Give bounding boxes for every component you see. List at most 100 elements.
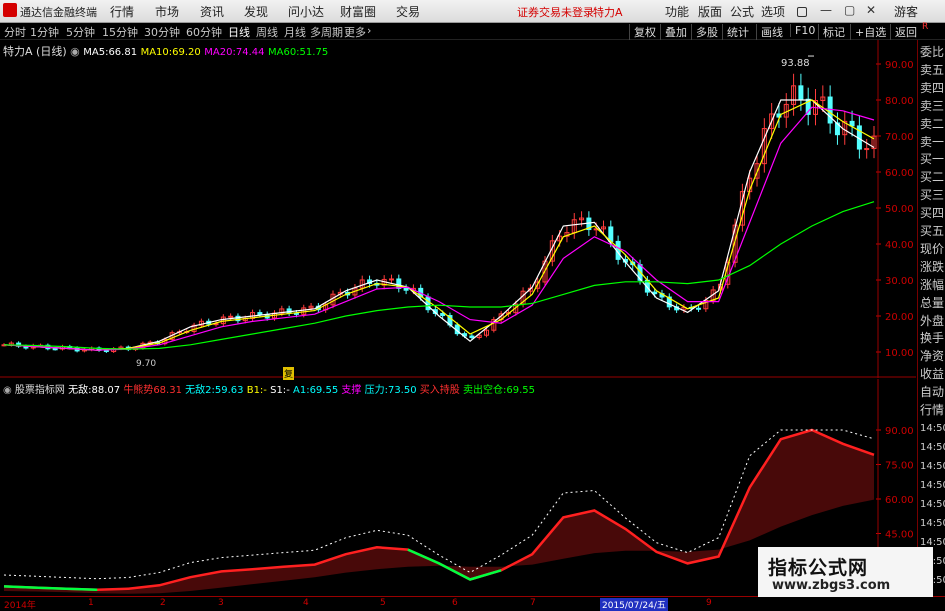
sub-y-tick-label: 60.00	[885, 495, 914, 506]
menu-xuanxiang[interactable]: 选项	[761, 3, 785, 20]
quote-label: 卖三	[920, 98, 945, 113]
tool-duogu[interactable]: 多股	[691, 24, 718, 40]
sub-y-tick-label: 90.00	[885, 426, 914, 437]
period-tab[interactable]: 分时	[4, 24, 26, 40]
month-tick: 4	[303, 598, 309, 608]
sub-side-label[interactable]: 行情	[920, 401, 944, 419]
y-axis-tick-label: 60.00	[885, 168, 914, 179]
app-name: 通达信金融终端	[20, 6, 97, 19]
period-tab[interactable]: 1分钟	[30, 24, 59, 40]
quote-label: 收益	[920, 367, 945, 382]
watermark-url: www.zbgs3.com	[772, 578, 891, 593]
menu-banmian[interactable]: 版面	[698, 3, 722, 20]
quote-label: 现价	[920, 241, 945, 256]
y-axis-tick-label: 20.00	[885, 312, 914, 323]
tick-time: 14:50	[920, 461, 945, 472]
trend-band	[4, 430, 874, 594]
guest-link[interactable]: 游客	[894, 3, 918, 20]
tick-time: 14:50	[920, 480, 945, 491]
stock-title: 特力A	[593, 6, 623, 19]
side-header: R	[922, 22, 929, 32]
quote-label: 买三	[920, 188, 945, 203]
tool-f10[interactable]: F10	[790, 24, 815, 37]
candle-body	[403, 287, 409, 291]
menu-gongshi[interactable]: 公式	[730, 3, 754, 20]
quote-label: 卖二	[920, 116, 945, 131]
sub-y-tick-label: 45.00	[885, 530, 914, 541]
tick-time: 14:50	[920, 423, 945, 434]
tool-huaxian[interactable]: 画线	[756, 24, 783, 40]
candle-body	[52, 348, 58, 351]
menu-gongneng[interactable]: 功能	[665, 3, 689, 20]
y-axis-tick-label: 50.00	[885, 204, 914, 215]
y-axis-tick-label: 30.00	[885, 276, 914, 287]
tool-back[interactable]: 返回	[890, 24, 917, 40]
quote-label: 买五	[920, 224, 945, 238]
price-chart-svg: 90.00 80.00 70.00 60.00 50.00 40.00 30.00 20.00…	[0, 40, 916, 378]
month-tick: 7	[530, 598, 536, 608]
year-label: 2014年	[4, 601, 36, 611]
watermark-box: 指标公式网 www.zbgs3.com	[758, 547, 933, 597]
more-periods-button[interactable]: 更多	[344, 24, 366, 40]
tool-tongji[interactable]: 统计	[722, 24, 749, 40]
menu-zixun[interactable]: 资讯	[200, 3, 224, 20]
quote-label: 涨幅	[920, 277, 945, 292]
tool-diejia[interactable]: 叠加	[660, 24, 687, 40]
minimize-icon[interactable]: —	[820, 3, 832, 17]
candle-body	[440, 312, 446, 317]
quote-label: 买四	[920, 206, 945, 221]
candle-body	[228, 315, 234, 318]
quote-label: 卖四	[920, 80, 945, 95]
y-axis-tick-label: 40.00	[885, 240, 914, 251]
month-tick: 9	[706, 598, 712, 608]
menu-caifuquan[interactable]: 财富圈	[340, 3, 376, 20]
period-tab[interactable]: 月线	[284, 24, 306, 40]
ma-line-ma20	[3, 106, 875, 351]
chevron-right-icon[interactable]: ›	[367, 24, 371, 37]
candle-body	[864, 148, 870, 151]
tool-add-favorite[interactable]: +自选	[850, 24, 886, 40]
month-tick: 1	[88, 598, 94, 608]
quote-label: 涨跌	[920, 259, 945, 274]
period-tab[interactable]: 60分钟	[186, 24, 222, 40]
period-tab[interactable]: 15分钟	[102, 24, 138, 40]
quote-side-column: R 委比 卖五 卖四 卖三 卖二 卖一 买一 买二 买三 买四 买五 现价 涨跌 涨幅 总量 外盘 换手 净资 收益…	[917, 22, 945, 595]
quote-label: 卖五	[920, 62, 945, 77]
tick-time: 14:50	[920, 442, 945, 453]
candle-body	[798, 85, 804, 100]
title-bar: 通达信金融终端 行情 市场 资讯 发现 问小达 财富圈 交易 证券交易未登录 特…	[0, 0, 945, 23]
app-logo-icon	[3, 3, 17, 17]
period-toolbar: 分时 1分钟 5分钟 15分钟 30分钟 60分钟 日线 周线 月线 多周期 更…	[0, 23, 945, 40]
tool-fuquan[interactable]: 复权	[629, 24, 656, 40]
period-tab[interactable]: 30分钟	[144, 24, 180, 40]
period-tab-active[interactable]: 日线	[228, 24, 250, 40]
close-icon[interactable]: ✕	[866, 3, 876, 17]
period-tab[interactable]: 周线	[256, 24, 278, 40]
login-status[interactable]: 证券交易未登录	[517, 4, 594, 20]
cursor-date: 2015/07/24/五	[600, 598, 668, 611]
tick-time: 14:50	[920, 518, 945, 529]
period-tab[interactable]: 5分钟	[66, 24, 95, 40]
month-tick: 3	[218, 598, 224, 608]
candle-body	[469, 335, 475, 339]
maximize-icon[interactable]: ▢	[844, 3, 855, 17]
menu-faxian[interactable]: 发现	[244, 3, 268, 20]
sub-side-label[interactable]: 自动	[920, 383, 944, 401]
x-axis-bar: 2014年 1 2 3 4 5 6 7 2015/07/24/五 9	[0, 596, 945, 611]
period-tab[interactable]: 多周期	[310, 24, 343, 40]
skin-icon[interactable]	[797, 7, 807, 17]
tick-time: 14:50	[920, 499, 945, 510]
month-tick: 5	[380, 598, 386, 608]
quote-label: 买二	[920, 170, 945, 185]
quote-label: 换手	[920, 331, 945, 346]
price-chart-panel[interactable]: 特力A (日线) ◉ MA5:66.81 MA10:69.20 MA20:74.…	[0, 40, 916, 380]
tool-biaoji[interactable]: 标记	[818, 24, 845, 40]
menu-wenxiaoda[interactable]: 问小达	[288, 3, 324, 20]
y-axis-tick-label: 90.00	[885, 60, 914, 71]
low-marker: 9.70	[136, 359, 157, 369]
menu-jiaoyi[interactable]: 交易	[396, 3, 420, 20]
high-marker: 93.88	[781, 58, 810, 69]
menu-hangqing[interactable]: 行情	[110, 3, 134, 20]
month-tick: 6	[452, 598, 458, 608]
menu-shichang[interactable]: 市场	[155, 3, 179, 20]
